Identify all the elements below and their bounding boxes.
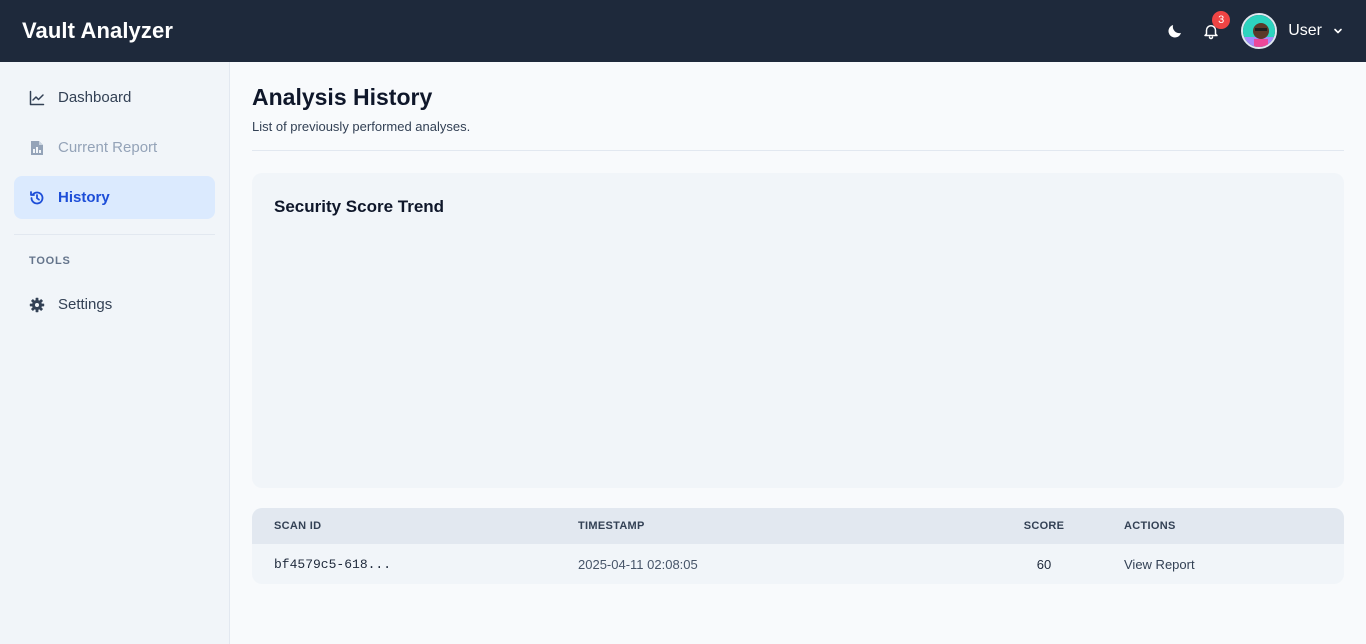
theme-toggle-button[interactable]: [1163, 19, 1187, 43]
header-divider: [252, 150, 1344, 151]
chart-title: Security Score Trend: [274, 197, 445, 216]
user-name: User: [1288, 22, 1322, 39]
timestamp-cell: 2025-04-11 02:08:05: [578, 556, 698, 572]
chevron-down-icon: [1334, 28, 1342, 34]
user-menu[interactable]: User: [1241, 13, 1344, 49]
table-header: SCAN ID TIMESTAMP SCORE ACTIONS: [252, 508, 1344, 544]
line-chart-icon: [29, 90, 45, 106]
sidebar-item-settings[interactable]: Settings: [14, 283, 215, 326]
top-bar-actions: 3 User: [1163, 0, 1344, 62]
moon-icon: [1168, 25, 1182, 38]
sidebar-item-dashboard[interactable]: Dashboard: [14, 76, 215, 119]
column-header-scan-id: SCAN ID: [274, 520, 322, 532]
sidebar-item-history[interactable]: History: [14, 176, 215, 219]
history-icon: [29, 190, 45, 206]
top-bar: Vault Analyzer 3 User: [0, 0, 1366, 62]
sidebar-item-label: Current Report: [58, 139, 158, 156]
notification-count-badge: 3: [1212, 11, 1231, 29]
security-score-chart-card: Security Score Trend: [252, 173, 1344, 488]
gear-icon: [29, 297, 45, 313]
scan-id-cell: bf4579c5-618...: [274, 556, 392, 572]
column-header-score: SCORE: [1023, 520, 1065, 532]
column-header-actions: ACTIONS: [1124, 520, 1176, 532]
page-subtitle: List of previously performed analyses.: [252, 119, 471, 134]
view-report-link[interactable]: View Report: [1124, 557, 1195, 572]
app-title: Vault Analyzer: [22, 18, 173, 43]
notifications-button[interactable]: 3: [1199, 11, 1231, 43]
sidebar-item-current-report[interactable]: Current Report: [14, 126, 215, 169]
file-icon: [29, 140, 45, 156]
sidebar-divider: [14, 234, 215, 235]
sidebar-item-label: Settings: [58, 296, 113, 313]
main-content: Analysis History List of previously perf…: [252, 62, 1344, 584]
avatar: [1241, 13, 1278, 49]
page-title: Analysis History: [252, 84, 433, 110]
sidebar: Dashboard Current Report History TOOLS S…: [0, 62, 230, 644]
column-header-timestamp: TIMESTAMP: [578, 520, 645, 532]
chart-area: [274, 227, 1322, 472]
sidebar-item-label: Dashboard: [58, 89, 132, 106]
table-row: bf4579c5-618... 2025-04-11 02:08:05 60 V…: [252, 544, 1344, 584]
sidebar-item-label: History: [58, 189, 110, 206]
tools-section-label: TOOLS: [29, 255, 71, 267]
score-cell: 60: [1036, 556, 1052, 572]
history-table: SCAN ID TIMESTAMP SCORE ACTIONS bf4579c5…: [252, 508, 1344, 584]
